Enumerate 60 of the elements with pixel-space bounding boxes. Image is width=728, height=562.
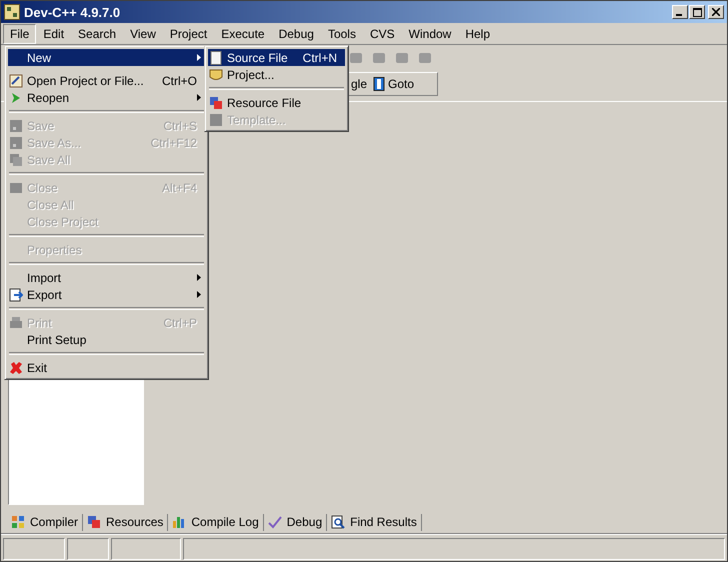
maximize-button[interactable] xyxy=(689,5,705,19)
menu-icon xyxy=(209,96,223,110)
menu-item[interactable]: Print Setup xyxy=(8,331,205,348)
menu-item[interactable]: Source File Ctrl+N xyxy=(208,49,345,66)
app-icon xyxy=(4,4,20,20)
minimize-button[interactable] xyxy=(672,5,688,19)
menu-icon xyxy=(9,152,23,166)
menu-icon xyxy=(9,74,23,88)
menu-bar-item[interactable]: File xyxy=(3,24,36,44)
menu-bar-item[interactable]: View xyxy=(123,24,163,44)
toolbar-label: gle xyxy=(351,77,368,91)
menu-item[interactable]: Export xyxy=(8,286,205,303)
menu-icon xyxy=(9,316,23,330)
toolbar-icon xyxy=(349,51,363,65)
menu-icon xyxy=(209,112,223,126)
menu-item[interactable]: Resource File xyxy=(208,94,345,111)
tab-icon xyxy=(11,515,25,529)
bottom-tab[interactable]: Compiler xyxy=(7,514,84,530)
menu-icon xyxy=(9,180,23,194)
menu-icon xyxy=(209,68,223,82)
menu-icon xyxy=(9,360,23,374)
close-icon xyxy=(712,8,720,16)
menu-bar-item[interactable]: Execute xyxy=(214,24,272,44)
menu-icon xyxy=(9,288,23,302)
menu-bar-item[interactable]: Edit xyxy=(36,24,72,44)
menu-item[interactable]: Exit xyxy=(8,359,205,376)
menu-icon xyxy=(209,50,223,64)
bottom-tab[interactable]: Compile Log xyxy=(168,514,264,530)
menu-icon xyxy=(9,136,23,150)
menu-bar-item[interactable]: Project xyxy=(162,24,214,44)
toolbar-icon xyxy=(418,51,432,65)
toolbar-icon xyxy=(395,51,409,65)
tab-icon xyxy=(331,515,346,529)
status-panel xyxy=(67,538,109,560)
menu-bar-item[interactable]: Help xyxy=(458,24,498,44)
bottom-tab[interactable]: Find Results xyxy=(327,514,422,530)
menu-bar-item[interactable]: Debug xyxy=(272,24,321,44)
menu-item[interactable]: Open Project or File... Ctrl+O xyxy=(8,72,205,89)
bottom-tab[interactable]: Resources xyxy=(83,514,168,530)
menu-icon xyxy=(9,118,23,132)
tab-icon xyxy=(268,515,282,529)
toolbar-icon xyxy=(372,51,386,65)
menu-item[interactable]: New xyxy=(8,49,205,66)
bottom-tab[interactable]: Debug xyxy=(264,514,328,530)
bookmark-icon xyxy=(373,77,386,91)
menu-item[interactable]: Project... xyxy=(208,66,345,83)
menu-bar-item[interactable]: Tools xyxy=(320,24,363,44)
menu-bar-item[interactable]: Window xyxy=(402,24,458,44)
status-panel xyxy=(111,538,181,560)
menu-bar-item[interactable]: Search xyxy=(71,24,124,44)
menu-item[interactable]: Reopen xyxy=(8,89,205,106)
maximize-icon xyxy=(692,8,702,16)
window-title: Dev-C++ 4.9.7.0 xyxy=(24,4,122,20)
menu-bar-item[interactable]: CVS xyxy=(362,24,402,44)
goto-button[interactable]: Goto xyxy=(371,77,416,91)
tab-icon xyxy=(172,515,186,529)
close-button[interactable] xyxy=(708,5,724,19)
tab-icon xyxy=(87,515,102,529)
status-panel xyxy=(3,538,65,560)
menu-item[interactable]: Import xyxy=(8,269,205,286)
